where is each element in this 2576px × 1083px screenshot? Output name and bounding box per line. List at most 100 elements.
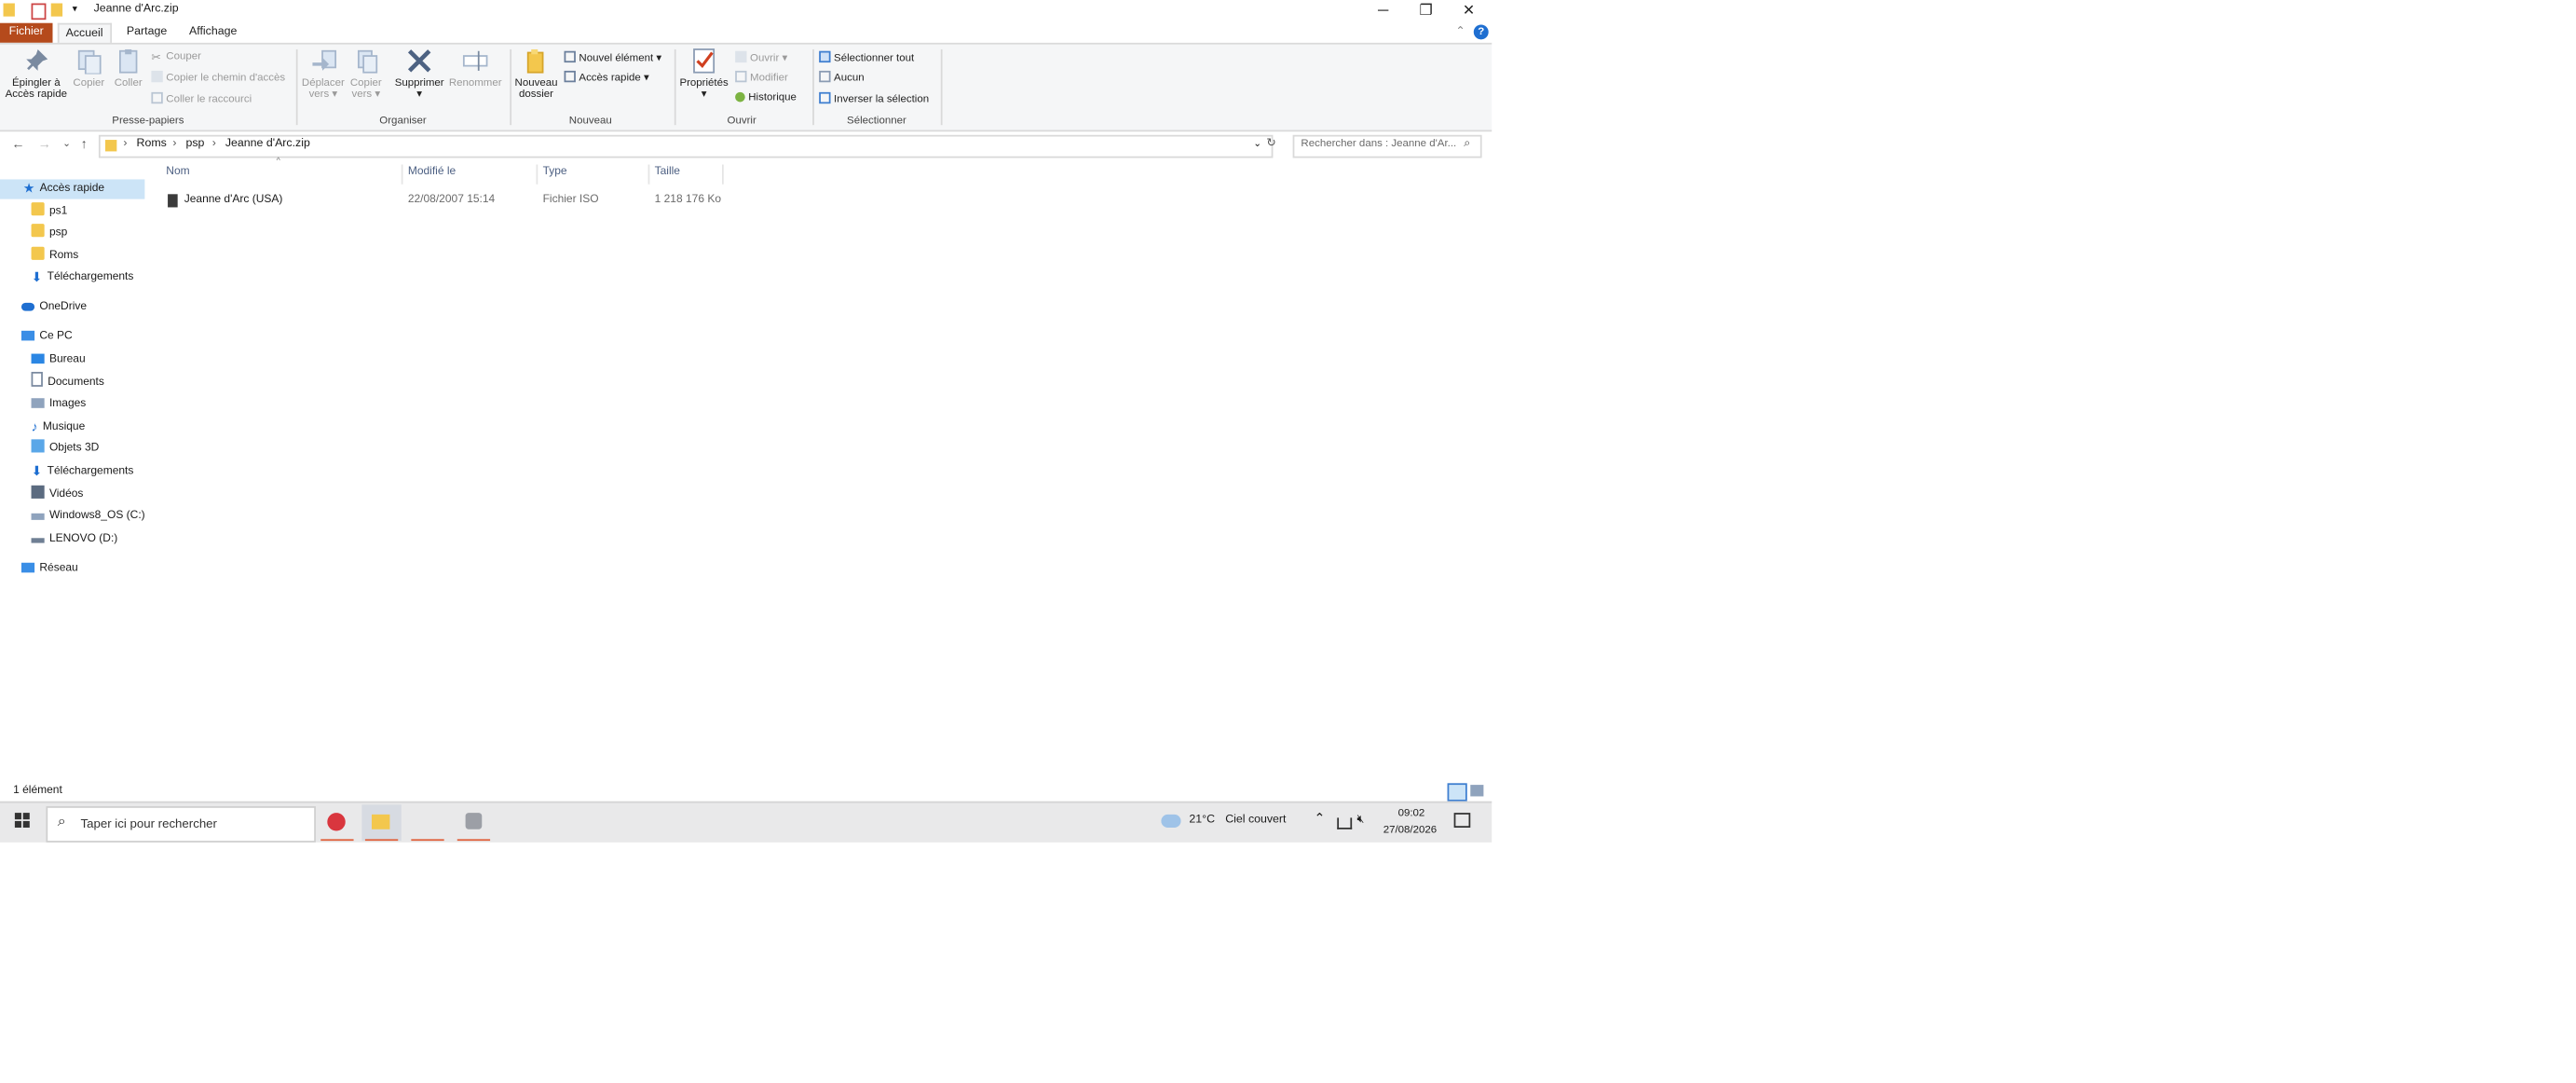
network-status-icon[interactable] bbox=[1337, 817, 1353, 829]
clock-time[interactable]: 09:02 bbox=[1398, 808, 1425, 819]
invert-selection-button[interactable]: Inverser la sélection bbox=[819, 91, 929, 105]
iso-file-icon bbox=[168, 194, 178, 208]
recent-dropdown-icon[interactable]: ⌄ bbox=[62, 138, 71, 150]
sidebar-item-psp[interactable]: psp bbox=[31, 224, 67, 243]
paint-icon bbox=[465, 813, 483, 829]
tab-view[interactable]: Affichage bbox=[183, 23, 243, 43]
sidebar-item-images[interactable]: Images bbox=[31, 395, 86, 415]
pin-quick-access-button[interactable]: Épingler à Accès rapide bbox=[5, 48, 67, 101]
folder-icon bbox=[371, 814, 390, 829]
forward-arrow-icon[interactable]: → bbox=[38, 137, 51, 152]
clock-date[interactable]: 27/08/2026 bbox=[1383, 824, 1437, 835]
delete-button[interactable]: Supprimer ▾ bbox=[393, 48, 445, 101]
file-name[interactable]: Jeanne d'Arc (USA) bbox=[184, 194, 283, 205]
folder-icon bbox=[31, 224, 45, 238]
ribbon-separator bbox=[510, 48, 512, 126]
cut-button[interactable]: ✂ Couper bbox=[151, 51, 201, 64]
paste-shortcut-button[interactable]: Coller le raccourci bbox=[151, 91, 252, 105]
up-arrow-icon[interactable]: ↑ bbox=[81, 137, 88, 152]
large-icons-view-icon[interactable] bbox=[1470, 785, 1484, 797]
properties-icon[interactable] bbox=[31, 3, 47, 21]
breadcrumb-current[interactable]: Jeanne d'Arc.zip bbox=[225, 138, 310, 149]
search-box[interactable]: Rechercher dans : Jeanne d'Ar... ⌕ bbox=[1292, 134, 1482, 158]
open-button[interactable]: Ouvrir ▾ bbox=[735, 50, 787, 64]
taskbar-app-red[interactable] bbox=[318, 804, 357, 842]
sidebar-item-downloads[interactable]: ⬇ Téléchargements bbox=[32, 462, 134, 482]
taskbar-app-blank[interactable] bbox=[408, 804, 447, 842]
column-header-name[interactable]: Nom bbox=[166, 166, 189, 177]
show-hidden-icons-icon[interactable]: ⌃ bbox=[1315, 811, 1326, 826]
column-header-size[interactable]: Taille bbox=[655, 166, 680, 177]
sidebar-item-music[interactable]: ♪ Musique bbox=[32, 418, 86, 437]
app-icon bbox=[327, 813, 346, 831]
easy-access-button[interactable]: Accès rapide ▾ bbox=[564, 70, 649, 84]
select-none-button[interactable]: Aucun bbox=[819, 70, 865, 84]
copy-button[interactable]: Copier bbox=[71, 48, 107, 89]
sidebar-item-this-pc[interactable]: Ce PC bbox=[20, 327, 73, 347]
history-button[interactable]: Historique bbox=[735, 91, 797, 103]
weather-temperature[interactable]: 21°C bbox=[1189, 815, 1215, 826]
select-all-icon bbox=[819, 50, 831, 63]
column-header-type[interactable]: Type bbox=[543, 166, 567, 177]
history-icon bbox=[735, 91, 745, 103]
rename-button[interactable]: Renommer bbox=[447, 48, 503, 89]
breadcrumb-roms[interactable]: Roms bbox=[137, 138, 167, 149]
refresh-icon[interactable]: ↻ bbox=[1266, 137, 1275, 149]
notifications-icon[interactable] bbox=[1453, 813, 1471, 828]
tab-file[interactable]: Fichier bbox=[0, 22, 53, 43]
new-item-icon bbox=[564, 50, 576, 63]
sidebar-item-desktop[interactable]: Bureau bbox=[31, 350, 86, 370]
sidebar-item-onedrive[interactable]: OneDrive bbox=[20, 298, 87, 318]
qat-dropdown-icon[interactable]: ▾ bbox=[73, 4, 77, 15]
breadcrumb-psp[interactable]: psp bbox=[185, 138, 204, 149]
search-input[interactable]: Rechercher dans : Jeanne d'Ar... bbox=[1301, 138, 1456, 149]
sidebar-item-network[interactable]: Réseau bbox=[20, 559, 78, 579]
copy-path-button[interactable]: Copier le chemin d'accès bbox=[151, 70, 285, 84]
back-arrow-icon[interactable]: ← bbox=[11, 137, 24, 152]
copy-to-button[interactable]: Copier vers ▾ bbox=[347, 48, 385, 101]
new-item-button[interactable]: Nouvel élément ▾ bbox=[564, 50, 661, 64]
sidebar-item-roms[interactable]: Roms bbox=[31, 246, 78, 267]
sidebar-item-downloads-quick[interactable]: ⬇ Téléchargements bbox=[32, 268, 134, 288]
close-button[interactable]: ✕ bbox=[1448, 0, 1491, 21]
cube-icon bbox=[31, 439, 45, 453]
tab-share[interactable]: Partage bbox=[120, 23, 173, 43]
window-title: Jeanne d'Arc.zip bbox=[93, 3, 179, 15]
easy-access-icon bbox=[564, 70, 576, 83]
search-icon[interactable]: ⌕ bbox=[1464, 138, 1470, 151]
weather-cloud-icon[interactable] bbox=[1161, 814, 1181, 828]
address-dropdown-icon[interactable]: ⌄ bbox=[1253, 138, 1261, 150]
collapse-ribbon-icon[interactable]: ⌃ bbox=[1455, 24, 1465, 37]
new-folder-button[interactable]: Nouveau dossier bbox=[513, 48, 559, 101]
new-folder-icon[interactable] bbox=[50, 3, 63, 17]
windows-start-icon[interactable] bbox=[14, 813, 30, 828]
details-view-icon[interactable] bbox=[1447, 783, 1467, 802]
speaker-muted-icon[interactable]: 🔇︎ bbox=[1356, 815, 1364, 828]
move-to-button[interactable]: Déplacer vers ▾ bbox=[301, 48, 346, 101]
sidebar-item-documents[interactable]: Documents bbox=[31, 371, 104, 391]
taskbar-search-input[interactable]: Taper ici pour rechercher bbox=[81, 816, 217, 831]
restore-button[interactable]: ❐ bbox=[1405, 0, 1448, 21]
sidebar-item-drive-d[interactable]: LENOVO (D:) bbox=[31, 529, 118, 549]
sidebar-item-3d-objects[interactable]: Objets 3D bbox=[31, 439, 99, 459]
sidebar-item-videos[interactable]: Vidéos bbox=[31, 485, 83, 505]
column-header-modified[interactable]: Modifié le bbox=[408, 166, 456, 177]
select-all-button[interactable]: Sélectionner tout bbox=[819, 50, 914, 64]
file-size: 1 218 176 Ko bbox=[654, 194, 722, 206]
address-path[interactable]: › Roms › psp › Jeanne d'Arc.zip ⌄ bbox=[98, 134, 1274, 158]
minimize-button[interactable]: ─ bbox=[1362, 0, 1405, 21]
edit-button[interactable]: Modifier bbox=[735, 70, 788, 84]
taskbar-app-explorer[interactable] bbox=[361, 804, 402, 842]
taskbar-search[interactable]: ⌕ Taper ici pour rechercher bbox=[46, 806, 316, 843]
weather-description[interactable]: Ciel couvert bbox=[1225, 815, 1286, 826]
help-icon[interactable]: ? bbox=[1473, 24, 1489, 40]
properties-button[interactable]: Propriétés ▾ bbox=[677, 48, 729, 101]
ribbon-separator bbox=[812, 48, 814, 126]
sidebar-item-drive-c[interactable]: Windows8_OS (C:) bbox=[31, 507, 145, 527]
sidebar-item-quick-access[interactable]: ★ Accès rapide bbox=[0, 179, 145, 199]
taskbar-app-paint[interactable] bbox=[454, 804, 493, 842]
clipboard-icon bbox=[118, 48, 138, 74]
sidebar-item-ps1[interactable]: ps1 bbox=[31, 202, 67, 222]
tab-home[interactable]: Accueil bbox=[57, 22, 112, 45]
paste-button[interactable]: Coller bbox=[110, 48, 146, 89]
